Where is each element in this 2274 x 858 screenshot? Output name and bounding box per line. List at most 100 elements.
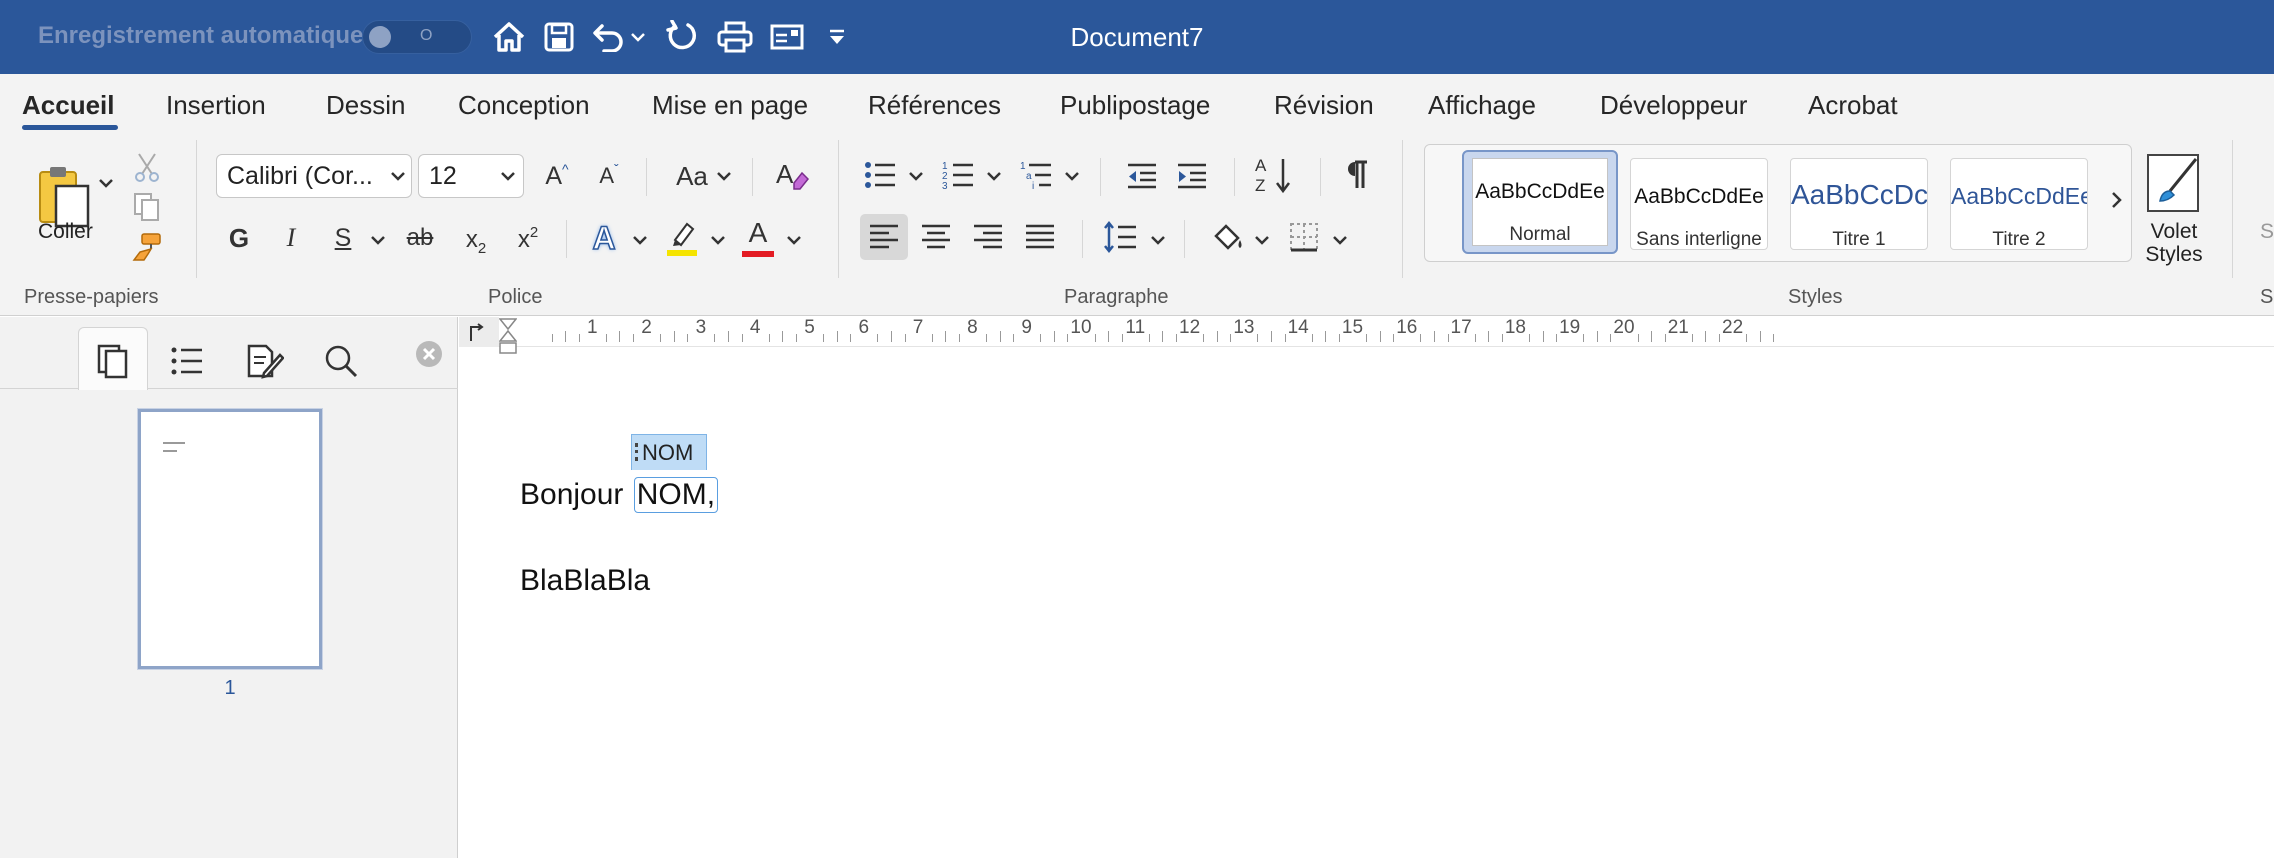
document-area[interactable]: 1 2 3 4 5 6 7 8 9 10 11 12 13 14 15 16 17 18 19 20 21 22 NOM … bbox=[459, 317, 2274, 858]
tab-stop-selector-icon[interactable] bbox=[465, 321, 487, 343]
borders-icon[interactable] bbox=[1284, 216, 1324, 258]
font-color-button[interactable]: A bbox=[738, 214, 778, 262]
shading-icon[interactable] bbox=[1208, 216, 1248, 258]
edit-icon[interactable] bbox=[242, 339, 288, 383]
align-left-icon[interactable] bbox=[860, 214, 908, 260]
font-size-value: 12 bbox=[429, 161, 457, 190]
multilevel-list-icon[interactable]: 1ai bbox=[1016, 154, 1056, 196]
tab-references[interactable]: Références bbox=[868, 90, 1001, 121]
page-thumbnail[interactable] bbox=[138, 409, 322, 669]
ruler-tick bbox=[1067, 334, 1069, 342]
headings-icon[interactable] bbox=[164, 339, 210, 383]
mergefield-nom[interactable]: NOM, bbox=[633, 477, 719, 513]
ruler-tick bbox=[1257, 334, 1259, 342]
style-titre-1[interactable]: AaBbCcDc Titre 1 bbox=[1790, 158, 1928, 250]
line-spacing-icon[interactable] bbox=[1100, 216, 1140, 258]
shading-chevron-down-icon[interactable] bbox=[1252, 230, 1272, 250]
styles-pane-button[interactable] bbox=[2140, 148, 2210, 218]
grow-font-button[interactable]: A ^ bbox=[538, 156, 576, 196]
style-normal[interactable]: AaBbCcDdEe Normal bbox=[1462, 150, 1618, 254]
ruler-tick bbox=[687, 334, 689, 342]
thumbnail-text-line bbox=[163, 450, 177, 452]
bullets-icon[interactable] bbox=[860, 154, 900, 196]
borders-chevron-down-icon[interactable] bbox=[1330, 230, 1350, 250]
highlight-chevron-down-icon[interactable] bbox=[708, 230, 728, 250]
text-effects-label: A bbox=[592, 219, 617, 257]
tab-acrobat[interactable]: Acrobat bbox=[1808, 90, 1898, 121]
font-size-dropdown[interactable]: 12 bbox=[418, 154, 524, 198]
align-right-icon[interactable] bbox=[968, 214, 1008, 260]
indent-marker-icon[interactable] bbox=[499, 317, 517, 354]
ruler-tick bbox=[958, 334, 960, 342]
ruler-number: 4 bbox=[749, 317, 761, 338]
superscript-button[interactable]: x2 bbox=[508, 218, 548, 262]
ruler-number: 6 bbox=[858, 317, 870, 338]
ruler-number: 19 bbox=[1559, 317, 1581, 338]
line-spacing-chevron-down-icon[interactable] bbox=[1148, 230, 1168, 250]
ruler-number: 17 bbox=[1450, 317, 1472, 338]
cut-icon[interactable] bbox=[130, 150, 164, 184]
ruler-tick bbox=[660, 334, 662, 342]
tab-affichage[interactable]: Affichage bbox=[1428, 90, 1536, 121]
tab-insertion[interactable]: Insertion bbox=[166, 90, 266, 121]
ruler-tick bbox=[1420, 334, 1422, 342]
paste-label: Coller bbox=[38, 220, 93, 243]
strikethrough-button[interactable]: ab bbox=[400, 218, 440, 258]
copy-icon[interactable] bbox=[130, 190, 164, 224]
bullets-chevron-down-icon[interactable] bbox=[906, 166, 926, 186]
align-center-icon[interactable] bbox=[916, 214, 956, 260]
clear-formatting-icon[interactable]: A bbox=[770, 154, 814, 198]
numbering-chevron-down-icon[interactable] bbox=[984, 166, 1004, 186]
document-title: Document7 bbox=[1070, 22, 1204, 52]
justify-icon[interactable] bbox=[1020, 214, 1060, 260]
ruler-tick bbox=[850, 334, 852, 342]
show-formatting-marks-icon[interactable] bbox=[1336, 154, 1376, 196]
tab-developpeur[interactable]: Développeur bbox=[1600, 90, 1747, 121]
tab-revision[interactable]: Révision bbox=[1274, 90, 1374, 121]
multilevel-chevron-down-icon[interactable] bbox=[1062, 166, 1082, 186]
sort-icon[interactable]: AZ bbox=[1252, 152, 1298, 198]
style-titre-2[interactable]: AaBbCcDdEe Titre 2 bbox=[1950, 158, 2088, 250]
ruler-tick bbox=[1542, 331, 1544, 342]
text-effects-button[interactable]: A bbox=[584, 216, 624, 260]
drag-handle-icon[interactable] bbox=[635, 443, 638, 461]
styles-pane-label: Volet Styles bbox=[2128, 220, 2220, 266]
tab-publipostage[interactable]: Publipostage bbox=[1060, 90, 1210, 121]
ruler-tick bbox=[1203, 334, 1205, 342]
font-color-chevron-down-icon[interactable] bbox=[784, 230, 804, 250]
close-pane-icon[interactable] bbox=[414, 339, 444, 369]
numbering-icon[interactable]: 123 bbox=[938, 154, 978, 196]
change-case-chevron-down-icon[interactable] bbox=[714, 166, 734, 186]
style-sans-interligne[interactable]: AaBbCcDdEe Sans interligne bbox=[1630, 158, 1768, 250]
styles-next-icon[interactable] bbox=[2104, 182, 2130, 218]
mergefield-tag[interactable]: NOM bbox=[631, 434, 707, 470]
pages-icon[interactable] bbox=[90, 339, 136, 383]
font-name-dropdown[interactable]: Calibri (Cor... bbox=[216, 154, 412, 198]
bold-button[interactable]: G bbox=[222, 218, 256, 258]
format-painter-icon[interactable] bbox=[128, 230, 166, 264]
ruler-tick bbox=[1664, 334, 1666, 342]
tab-dessin[interactable]: Dessin bbox=[326, 90, 405, 121]
style-normal-name: Normal bbox=[1509, 224, 1571, 245]
text-effects-chevron-down-icon[interactable] bbox=[630, 230, 650, 250]
paste-chevron-down-icon[interactable] bbox=[96, 168, 116, 198]
underline-chevron-down-icon[interactable] bbox=[368, 230, 388, 250]
increase-indent-icon[interactable] bbox=[1172, 156, 1212, 196]
underline-button[interactable]: S bbox=[326, 218, 360, 258]
italic-button[interactable]: I bbox=[274, 218, 308, 258]
highlight-icon[interactable] bbox=[662, 214, 702, 262]
ruler-tick bbox=[1474, 334, 1476, 342]
decrease-indent-icon[interactable] bbox=[1122, 156, 1162, 196]
subscript-button[interactable]: x2 bbox=[456, 218, 496, 262]
ruler-tick bbox=[1773, 334, 1775, 342]
tab-accueil[interactable]: Accueil bbox=[22, 90, 115, 121]
change-case-button[interactable]: Aa bbox=[666, 156, 718, 196]
search-icon[interactable] bbox=[318, 339, 364, 383]
tab-mise-en-page[interactable]: Mise en page bbox=[652, 90, 808, 121]
font-color-swatch bbox=[742, 251, 774, 257]
shrink-font-button[interactable]: Aˇ bbox=[590, 156, 628, 196]
ruler-tick bbox=[768, 334, 770, 342]
ruler-tick bbox=[1311, 334, 1313, 342]
tab-conception[interactable]: Conception bbox=[458, 90, 590, 121]
separator bbox=[1082, 220, 1083, 258]
